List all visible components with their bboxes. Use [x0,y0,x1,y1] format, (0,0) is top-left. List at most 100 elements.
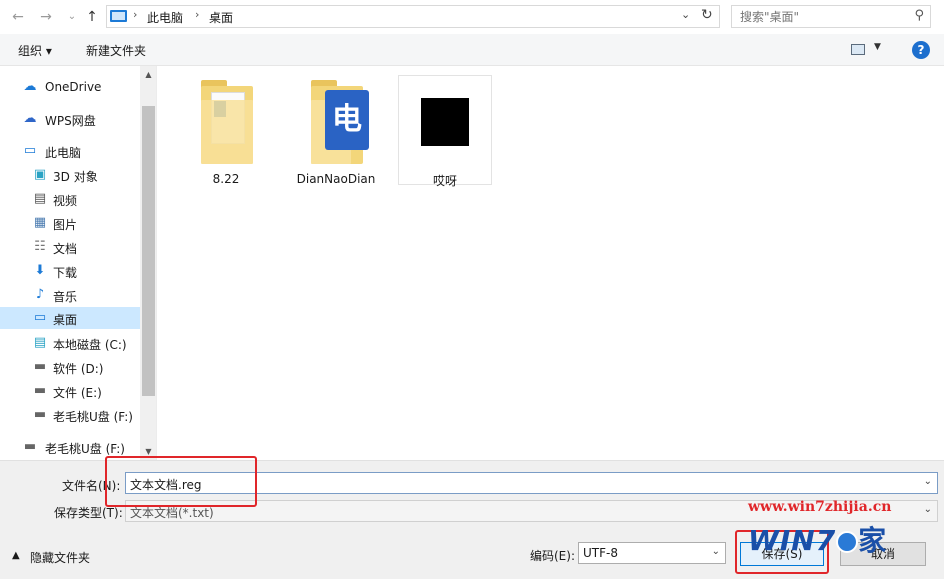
nav-item-label: 视频 [53,194,78,208]
watermark-url: www.win7zhijia.cn [748,499,892,515]
hide-folders-toggle[interactable]: 隐藏文件夹 [30,549,90,566]
system-drive-icon: ▤ [33,335,47,350]
organize-button[interactable]: 组织 ▾ [18,42,52,59]
watermark-logo-text: WIN7 [748,524,837,557]
nav-item-label: 老毛桃U盘 (F:) [53,410,133,424]
image-thumbnail [421,98,469,146]
nav-item-documents[interactable]: ☷ 文档 [0,236,140,258]
file-item-image[interactable]: 哎呀 [398,75,492,188]
file-item-folder[interactable]: 8.22 [179,76,273,186]
up-arrow-icon[interactable]: ↑ [82,7,102,27]
app-icon: 电 [325,90,369,150]
nav-item-drive-d[interactable]: ▬ 软件 (D:) [0,356,140,378]
search-input[interactable] [732,6,902,27]
nav-item-label: 文件 (E:) [53,386,102,400]
nav-item-music[interactable]: ♪ 音乐 [0,284,140,306]
encoding-select[interactable]: UTF-8 ⌄ [578,542,726,564]
nav-item-3d-objects[interactable]: ▣ 3D 对象 [0,164,140,186]
encoding-value: UTF-8 [583,546,618,560]
nav-item-label: 此电脑 [45,146,82,160]
nav-item-label: 3D 对象 [53,170,98,184]
file-item-app-folder[interactable]: 电 DianNaoDian [289,76,383,186]
windows-orb-icon [836,531,859,553]
nav-item-label: WPS网盘 [45,114,96,128]
address-box[interactable]: › 此电脑 › 桌面 ⌄ ↻ [106,5,720,28]
film-icon: ▤ [33,191,47,206]
filename-label: 文件名(N): [62,479,121,493]
chevron-down-icon[interactable]: ⌄ [924,476,932,487]
document-icon: ☷ [34,239,46,254]
file-list: 8.22 电 DianNaoDian 哎呀 [157,66,944,460]
chevron-down-icon[interactable]: ⌄ [712,546,720,557]
search-icon[interactable]: ⚲ [914,8,924,23]
file-name: DianNaoDian [296,172,376,186]
nav-item-wps[interactable]: ☁ WPS网盘 [0,108,140,130]
refresh-icon[interactable]: ↻ [701,7,713,23]
nav-item-usb-f[interactable]: ▬ 老毛桃U盘 (F:) [0,436,140,458]
nav-item-videos[interactable]: ▤ 视频 [0,188,140,210]
nav-item-pictures[interactable]: ▦ 图片 [0,212,140,234]
drive-icon: ▬ [33,359,47,374]
nav-item-label: OneDrive [45,80,102,94]
nav-item-label: 本地磁盘 (C:) [53,338,127,352]
navigation-pane: ☁ OneDrive ☁ WPS网盘 ▭ 此电脑 ▣ 3D 对象 ▤ 视频 ▦ … [0,66,157,460]
chevron-down-icon[interactable]: ⌄ [681,8,690,21]
file-name: 8.22 [212,172,240,186]
picture-icon: ▦ [33,215,47,230]
nav-item-drive-e[interactable]: ▬ 文件 (E:) [0,380,140,402]
address-row: ← → ⌄ ↑ › 此电脑 › 桌面 ⌄ ↻ ⚲ [0,0,944,34]
filetype-value: 文本文档(*.txt) [130,506,214,520]
scroll-down-icon[interactable]: ▼ [142,447,155,456]
filename-value: 文本文档.reg [130,478,202,492]
file-name: 哎呀 [432,174,457,188]
nav-item-label: 桌面 [53,313,78,327]
computer-icon [110,10,127,22]
nav-scrollbar[interactable]: ▲ ▼ [140,66,156,460]
search-box[interactable]: ⚲ [731,5,931,28]
folder-front [201,100,253,164]
nav-item-downloads[interactable]: ⬇ 下载 [0,260,140,282]
cloud-outline-icon: ☁ [23,111,37,126]
watermark-logo-suffix: 家 [858,524,888,557]
watermark: www.win7zhijia.cn WIN7 家 [746,499,942,575]
nav-item-label: 老毛桃U盘 (F:) [45,442,125,456]
nav-item-label: 图片 [53,218,78,232]
scroll-up-icon[interactable]: ▲ [142,70,155,79]
music-icon: ♪ [35,287,45,302]
desktop-icon: ▭ [33,310,47,325]
back-arrow-icon[interactable]: ← [8,7,28,27]
forward-arrow-icon[interactable]: → [36,7,56,27]
nav-item-label: 文档 [53,242,78,256]
nav-item-drive-c[interactable]: ▤ 本地磁盘 (C:) [0,332,140,354]
new-folder-button[interactable]: 新建文件夹 [86,42,146,59]
drive-icon: ▬ [33,383,47,398]
breadcrumb-separator[interactable]: › [195,8,199,21]
cube-icon: ▣ [33,167,47,182]
encoding-label: 编码(E): [530,549,575,563]
watermark-logo: WIN7 家 [748,519,887,559]
view-icon[interactable] [851,44,865,55]
nav-item-onedrive[interactable]: ☁ OneDrive [0,76,140,98]
nav-item-desktop[interactable]: ▭ 桌面 [0,307,140,329]
breadcrumb-this-pc[interactable]: 此电脑 [147,9,183,26]
scroll-thumb[interactable] [142,106,155,396]
computer-icon: ▭ [23,143,37,158]
toolbar: 组织 ▾ 新建文件夹 ▼ ? [0,34,944,66]
filename-field[interactable]: 文本文档.reg ⌄ [125,472,938,494]
drive-icon: ▬ [33,407,47,422]
usb-drive-icon: ▬ [23,439,37,454]
nav-item-this-pc[interactable]: ▭ 此电脑 [0,140,140,162]
help-icon[interactable]: ? [912,41,930,59]
breadcrumb-desktop[interactable]: 桌面 [209,9,233,26]
chevron-down-icon[interactable]: ⌄ [62,7,82,27]
chevron-down-icon[interactable]: ▼ [874,42,881,52]
cloud-icon: ☁ [23,79,37,94]
chevron-up-icon[interactable]: ▲ [12,550,20,561]
nav-item-label: 音乐 [53,290,78,304]
filetype-label: 保存类型(T): [54,506,123,520]
download-icon: ⬇ [34,263,46,278]
nav-item-label: 软件 (D:) [53,362,104,376]
nav-item-label: 下载 [53,266,78,280]
nav-item-drive-f[interactable]: ▬ 老毛桃U盘 (F:) [0,404,140,426]
breadcrumb-separator[interactable]: › [133,8,137,21]
